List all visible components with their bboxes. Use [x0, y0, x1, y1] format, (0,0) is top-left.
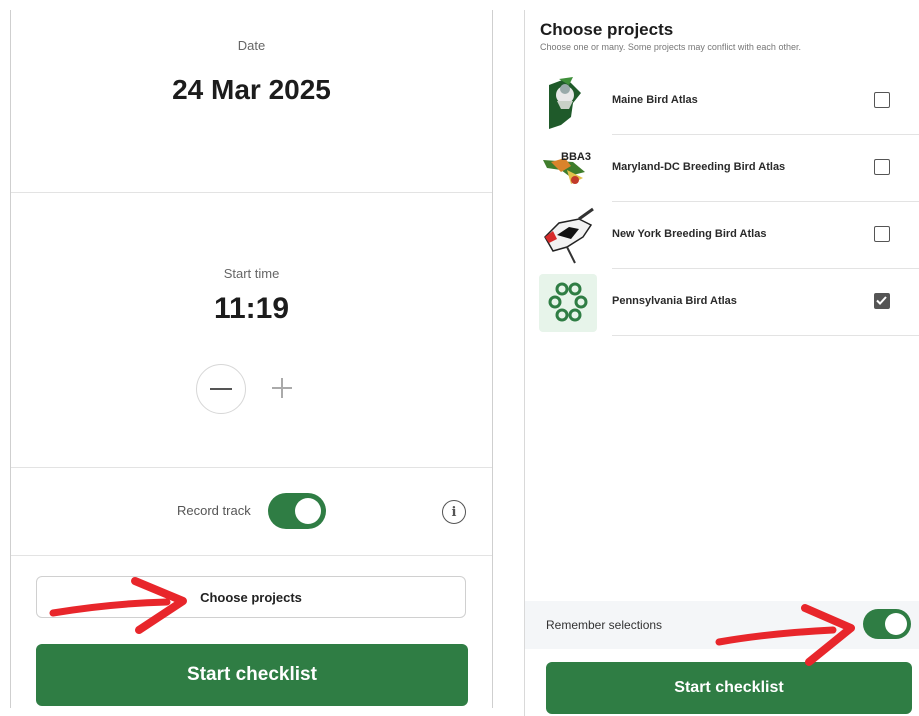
project-checkbox[interactable] — [874, 92, 890, 108]
date-label: Date — [237, 38, 266, 53]
project-checkbox[interactable] — [874, 226, 890, 242]
pa-atlas-logo — [539, 274, 597, 332]
decrement-time-button[interactable] — [196, 364, 246, 414]
start-time-label: Start time — [223, 266, 280, 281]
project-row-maine[interactable]: Maine Bird Atlas — [525, 68, 919, 135]
toggle-knob — [295, 498, 321, 524]
checkmark-icon — [876, 296, 887, 305]
date-section: Date 24 Mar 2025 — [11, 10, 492, 193]
checklist-setup-panel: Date 24 Mar 2025 Start time 11:19 Record… — [10, 10, 493, 708]
page-subtitle: Choose one or many. Some projects may co… — [540, 42, 801, 52]
project-row-pennsylvania[interactable]: Pennsylvania Bird Atlas — [525, 269, 919, 336]
maine-atlas-logo — [549, 77, 581, 129]
project-checkbox[interactable] — [874, 159, 890, 175]
increment-time-button[interactable] — [269, 375, 295, 401]
logo-text: BBA3 — [561, 151, 591, 163]
arrow-annotation — [49, 577, 187, 634]
start-time-section: Start time 11:19 — [11, 192, 492, 468]
project-name: New York Breeding Bird Atlas — [612, 228, 767, 240]
date-value[interactable]: 24 Mar 2025 — [11, 74, 492, 106]
ny-atlas-logo — [544, 207, 594, 264]
project-name: Pennsylvania Bird Atlas — [612, 295, 737, 307]
page-title: Choose projects — [540, 20, 674, 39]
record-track-toggle[interactable] — [268, 493, 326, 529]
toggle-knob — [885, 613, 907, 635]
divider — [612, 335, 919, 336]
arrow-annotation — [715, 604, 855, 666]
info-icon[interactable]: i — [442, 500, 466, 524]
project-name: Maryland-DC Breeding Bird Atlas — [612, 161, 786, 173]
minus-icon — [210, 388, 232, 390]
remember-selections-toggle[interactable] — [863, 609, 911, 639]
project-name: Maine Bird Atlas — [612, 94, 698, 106]
mddc-atlas-logo: BBA3 — [543, 151, 591, 184]
choose-projects-panel: Choose projects Choose one or many. Some… — [524, 10, 919, 716]
start-time-value[interactable]: 11:19 — [11, 292, 492, 326]
plus-icon — [272, 378, 292, 398]
record-track-section: Record track i — [11, 467, 492, 556]
record-track-label: Record track — [177, 503, 251, 518]
project-row-maryland-dc[interactable]: BBA3 Maryland-DC Breeding Bird Atlas — [525, 135, 919, 202]
project-checkbox[interactable] — [874, 293, 890, 309]
remember-selections-label: Remember selections — [546, 618, 663, 632]
project-row-new-york[interactable]: New York Breeding Bird Atlas — [525, 202, 919, 269]
start-checklist-button[interactable]: Start checklist — [36, 644, 468, 706]
